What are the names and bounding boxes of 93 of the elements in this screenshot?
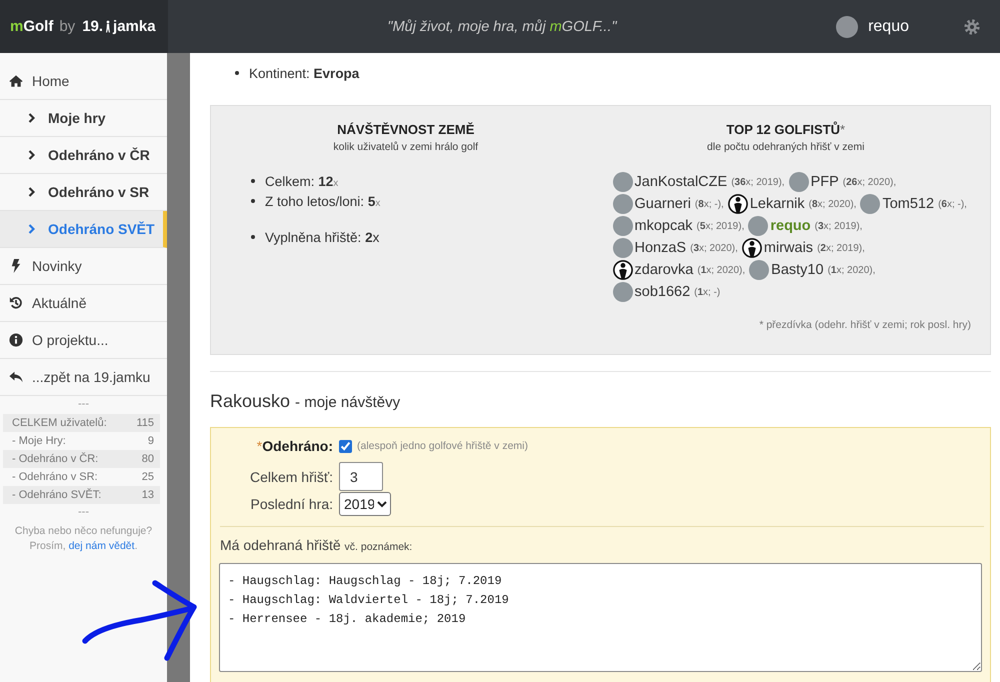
courses-field[interactable]: - Haugschlag: Haugschlag - 18j; 7.2019 - Haugschlag: Waldviertel - 18j; 7.2019 - Herrensee - 18j. akademie; 2019 [219, 563, 982, 672]
chevron-icon [28, 224, 35, 234]
panel-subtitle: kolik uživatelů v zemi hrálo golf [332, 140, 480, 154]
panel-title: NÁVŠTĚVNOST ZEMĚ [336, 122, 476, 138]
golfer-name: mkopcak [634, 218, 693, 234]
bullet-icon [251, 179, 255, 183]
settings-icon[interactable] [964, 18, 980, 34]
stats-label: - Odehráno v SR: [3, 468, 122, 486]
lightning-icon [9, 259, 23, 273]
golfer-name: Guarneri [634, 196, 691, 212]
back-arrow-icon [9, 370, 23, 384]
chevron-icon [28, 113, 35, 123]
golfer-stats: (6x; -), [938, 198, 967, 210]
stat-text: Z toho letos/loni: 5x [265, 194, 380, 208]
golfer-stats: (36x; 2019), [731, 176, 785, 188]
golfer-name: Basty10 [771, 262, 824, 278]
stats-label: - Moje Hry: [3, 432, 122, 450]
golfer-stats: (2x; 2019), [817, 242, 865, 254]
avatar-placeholder [788, 172, 809, 192]
stats-value: 9 [122, 432, 160, 450]
continent-text: Kontinent: Evropa [249, 66, 360, 80]
avatar-placeholder [748, 216, 768, 236]
played-hint: (alespoň jedno golfové hřiště v zemi) [357, 440, 528, 452]
golfer-name: HonzaS [634, 240, 686, 256]
feedback-link[interactable]: dej nám vědět [68, 540, 135, 552]
bullet-icon [251, 235, 255, 239]
user-silhouette-icon [742, 238, 762, 258]
info-icon [9, 333, 23, 347]
partner-name[interactable]: jamka [113, 18, 156, 35]
total-courses-field[interactable]: 3 [339, 462, 383, 491]
avatar-placeholder [860, 194, 880, 214]
sidebar-item[interactable]: Odehráno SVĚT [0, 211, 167, 248]
total-label: Celkem hřišť: [248, 468, 333, 484]
feedback-text: Chyba nebo něco nefunguje? Prosím, dej nám vědět. [14, 524, 154, 554]
golfer-name: sob1662 [634, 284, 690, 300]
stat-text: Vyplněna hřiště: 2x [265, 230, 380, 244]
golfer-stats: (5x; 2019), [696, 220, 744, 232]
chevron-icon [28, 187, 35, 197]
last-game-select[interactable]: 2019 [339, 492, 391, 516]
golfer-name: PFP [810, 174, 839, 190]
avatar-placeholder [612, 238, 632, 258]
golfer-stats: (8x; 2020), [808, 198, 856, 210]
partner-number[interactable]: 19. [82, 18, 104, 35]
last-game-label: Poslední hra: [250, 496, 333, 512]
panel-subtitle: dle počtu odehraných hřišť v zemi [706, 140, 866, 154]
golfer-name: mirwais [764, 240, 814, 256]
avatar-placeholder [612, 216, 632, 236]
stats-value: 80 [122, 450, 160, 468]
golfer-name: Tom512 [882, 196, 934, 212]
played-label: *Odehráno: [256, 438, 333, 454]
byline-text: by [59, 18, 76, 35]
user-silhouette-icon [728, 194, 748, 214]
golfer-stats: (26x; 2020), [842, 176, 896, 188]
panel-title: TOP 12 GOLFISTŮ* [725, 122, 846, 138]
separator-text: --- [77, 398, 90, 410]
separator-text: --- [77, 506, 90, 518]
golfer-name: requo [770, 218, 811, 234]
person-icon [105, 19, 112, 34]
footnote-text: * přezdívka (odehr. hřišť v zemi; rok posl. hry) [758, 319, 971, 331]
user-name[interactable]: requo [868, 18, 909, 36]
section-subtitle: - moje návštěvy [295, 393, 400, 413]
avatar-placeholder [612, 282, 632, 302]
courses-label: Má odehraná hřiště vč. poznámek: [220, 536, 414, 555]
stats-label: CELKEM uživatelů: [3, 414, 122, 432]
avatar-placeholder [612, 172, 632, 192]
chevron-icon [28, 150, 35, 160]
history-icon [9, 296, 23, 310]
golfer-stats: (1x; 2020), [828, 264, 876, 276]
golfer-name: zdarovka [634, 262, 694, 278]
bullet-icon [235, 71, 239, 75]
golfer-name: JanKostalCZE [634, 174, 728, 190]
avatar-placeholder [749, 260, 770, 280]
stats-label: - Odehráno SVĚT: [3, 486, 122, 504]
brand-name[interactable]: mGolf [10, 18, 54, 35]
golfer-stats: (3x; 2020), [690, 242, 738, 254]
avatar-placeholder [612, 194, 632, 214]
golfer-stats: (3x; 2019), [814, 220, 862, 232]
golfer-stats: (8x; -), [694, 198, 724, 210]
stats-value: 25 [122, 468, 160, 486]
golfer-stats: (1x; 2020), [697, 264, 746, 276]
golfer-stats: (1x; -) [694, 286, 720, 298]
golfer-name: Lekarnik [750, 196, 805, 212]
stats-value: 115 [122, 414, 160, 432]
stat-text: Celkem: 12x [265, 174, 338, 188]
stats-label: - Odehráno v ČR: [3, 450, 122, 468]
bullet-icon [251, 199, 255, 203]
played-checkbox[interactable] [339, 440, 352, 452]
user-avatar[interactable] [836, 16, 858, 38]
home-icon [9, 74, 23, 88]
stats-value: 13 [122, 486, 160, 504]
tagline: "Můj život, moje hra, můj mGOLF..." [387, 18, 617, 34]
user-silhouette-icon [612, 260, 632, 280]
country-title: Rakousko [210, 390, 290, 412]
